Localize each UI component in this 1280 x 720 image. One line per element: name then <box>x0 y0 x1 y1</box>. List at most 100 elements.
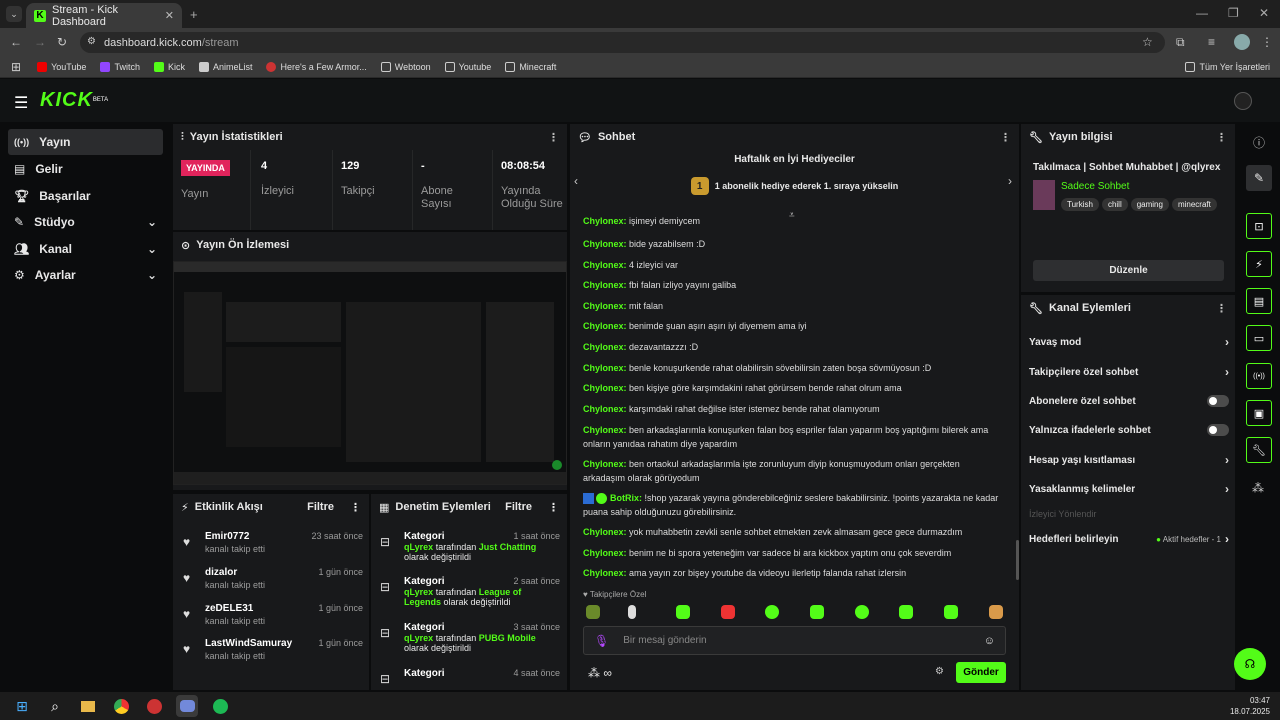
actions-menu-icon[interactable]: ⋮ <box>1216 302 1227 315</box>
emote[interactable] <box>721 605 735 619</box>
close-tab-icon[interactable]: ✕ <box>165 9 174 22</box>
app-icon[interactable] <box>143 695 165 717</box>
sidebar-item-yayin[interactable]: ((•)) Yayın <box>8 129 163 155</box>
action-account-age[interactable]: Hesap yaşı kısıtlaması › <box>1029 450 1229 470</box>
action-followers-only[interactable]: Takipçilere özel sohbet › <box>1029 362 1229 382</box>
rail-button[interactable]: ⊡ <box>1246 213 1272 239</box>
address-bar[interactable]: dashboard.kick.com/stream <box>80 32 1165 53</box>
sidebar-item-ayarlar[interactable]: ⚙ Ayarlar ⌄ <box>8 262 163 288</box>
rail-button[interactable]: ▭ <box>1246 325 1272 351</box>
emote[interactable] <box>855 605 869 619</box>
new-tab-icon[interactable]: + <box>190 7 198 22</box>
chevron-right-icon[interactable]: › <box>1008 174 1012 188</box>
bookmark-animelist[interactable]: AnimeList <box>198 61 252 72</box>
browser-menu-icon[interactable]: ⋮ <box>1261 35 1273 49</box>
maximize-icon[interactable]: ❐ <box>1228 6 1239 20</box>
user-avatar[interactable] <box>1234 92 1252 110</box>
bookmark-twitch[interactable]: Twitch <box>100 61 140 72</box>
chat-input[interactable]: 🎙︎ Bir mesaj gönderin ☺ <box>583 626 1006 655</box>
activity-header: ⚡︎ Etkinlik Akışı Filtre ⋮ <box>181 501 361 514</box>
emote[interactable] <box>628 605 636 619</box>
bookmark-youtube[interactable]: YouTube <box>37 61 86 72</box>
chevron-left-icon[interactable]: ‹ <box>574 174 578 188</box>
action-set-goals[interactable]: Hedefleri belirleyin ● Aktif hedefler - 1… <box>1029 529 1229 549</box>
windows-start-icon[interactable]: ⊞ <box>11 695 33 717</box>
minimize-icon[interactable]: — <box>1196 6 1208 20</box>
media-icon[interactable]: ≡ <box>1208 35 1215 49</box>
taskbar-clock[interactable]: 03:47 18.07.2025 <box>1230 695 1270 717</box>
bookmark-armor[interactable]: Here's a Few Armor... <box>266 61 367 72</box>
kick-logo[interactable]: KICKBETA <box>40 89 108 112</box>
action-slow-mode[interactable]: Yavaş mod › <box>1029 332 1229 352</box>
edit-stream-button[interactable]: Düzenle <box>1033 260 1224 281</box>
emotes-only-toggle[interactable] <box>1207 424 1229 436</box>
subscribers-only-toggle[interactable] <box>1207 395 1229 407</box>
moderation-item: ⊟ Kategori qLyrex tarafından PUBG Mobile o… <box>380 622 560 653</box>
moderation-item: ⊟ Kategori qLyrex tarafından Just Chatting… <box>380 531 560 562</box>
rail-button[interactable]: ▤ <box>1246 288 1272 314</box>
document-icon: ▤ <box>1253 295 1265 308</box>
discord-icon[interactable] <box>176 695 198 717</box>
category-name[interactable]: Sadece Sohbet <box>1061 181 1129 192</box>
chat-scrollbar[interactable] <box>1016 540 1019 580</box>
profile-avatar[interactable] <box>1234 34 1250 50</box>
chat-settings-gear-icon[interactable]: ⚙ <box>935 666 944 677</box>
bookmark-kick[interactable]: Kick <box>153 61 185 72</box>
forward-icon[interactable]: → <box>34 35 46 49</box>
back-icon[interactable]: ← <box>10 35 22 49</box>
all-bookmarks[interactable]: Tüm Yer İşaretleri <box>1185 61 1270 72</box>
action-emotes-only[interactable]: Yalnızca ifadelerle sohbet <box>1029 420 1229 440</box>
info-icon[interactable]: ⓘ <box>1253 134 1265 151</box>
moderation-menu-icon[interactable]: ⋮ <box>548 501 559 514</box>
action-banned-words[interactable]: Yasaklanmış kelimeler › <box>1029 479 1229 499</box>
microphone-icon[interactable]: 🎙︎ <box>594 634 609 648</box>
chat-menu-icon[interactable]: ⋮ <box>1000 131 1011 144</box>
search-icon[interactable]: ⌕ <box>44 695 66 717</box>
bookmark-star-icon[interactable]: ☆ <box>1142 35 1153 49</box>
sidebar-item-gelir[interactable]: ▤ Gelir <box>8 156 163 182</box>
close-window-icon[interactable]: ✕ <box>1259 6 1269 20</box>
activity-filter-button[interactable]: Filtre <box>307 501 334 513</box>
emote[interactable] <box>586 605 600 619</box>
action-subscribers-only[interactable]: Abonelere özel sohbet <box>1029 391 1229 411</box>
extensions-icon[interactable]: ⧉ <box>1176 35 1185 50</box>
spotify-icon[interactable] <box>209 695 231 717</box>
sidebar-item-basarilar[interactable]: 🏆︎ Başarılar <box>8 183 163 209</box>
sidebar-item-studyo[interactable]: ✎ Stüdyo ⌄ <box>8 209 163 235</box>
edit-layout-button[interactable]: ✎ <box>1246 165 1272 191</box>
send-button[interactable]: Gönder <box>956 662 1006 683</box>
emote[interactable] <box>989 605 1003 619</box>
emote[interactable] <box>944 605 958 619</box>
rail-button[interactable]: 🔧︎ <box>1246 437 1272 463</box>
bookmark-minecraft[interactable]: Minecraft <box>505 61 556 72</box>
rail-button[interactable]: ▣ <box>1246 400 1272 426</box>
emoji-icon[interactable]: ☺ <box>984 635 995 647</box>
rail-button[interactable]: ((•)) <box>1246 363 1272 389</box>
stream-preview-video[interactable] <box>173 261 567 485</box>
chevron-right-icon: › <box>1225 335 1229 349</box>
reload-icon[interactable]: ↻ <box>57 35 67 49</box>
apps-grid-icon[interactable]: ⊞ <box>11 60 21 74</box>
heart-icon: ♥ <box>183 607 191 621</box>
site-info-icon[interactable]: ⚙ <box>87 36 96 47</box>
stats-menu-icon[interactable]: ⋮ <box>548 131 559 144</box>
emote[interactable] <box>676 605 690 619</box>
chrome-icon[interactable] <box>110 695 132 717</box>
bookmark-youtube-folder[interactable]: Youtube <box>444 61 491 72</box>
browser-tab[interactable]: K Stream - Kick Dashboard ✕ <box>26 3 182 28</box>
sidebar-item-kanal[interactable]: 👥︎ Kanal ⌄ <box>8 236 163 262</box>
support-headset-icon[interactable]: ☊ <box>1234 648 1266 680</box>
stream-info-menu-icon[interactable]: ⋮ <box>1216 131 1227 144</box>
points-icon[interactable]: ⁂ ∞ <box>588 666 612 680</box>
bookmark-webtoon[interactable]: Webtoon <box>380 61 431 72</box>
apps-icon[interactable]: ⁂ <box>1252 481 1264 495</box>
activity-menu-icon[interactable]: ⋮ <box>350 501 361 514</box>
rail-button[interactable]: ⚡︎ <box>1246 251 1272 277</box>
emote[interactable] <box>810 605 824 619</box>
tab-search-icon[interactable]: ⌄ <box>6 6 22 22</box>
file-explorer-icon[interactable] <box>77 695 99 717</box>
emote[interactable] <box>899 605 913 619</box>
hamburger-menu-icon[interactable]: ☰ <box>14 93 28 113</box>
emote[interactable] <box>765 605 779 619</box>
moderation-filter-button[interactable]: Filtre <box>505 501 532 513</box>
